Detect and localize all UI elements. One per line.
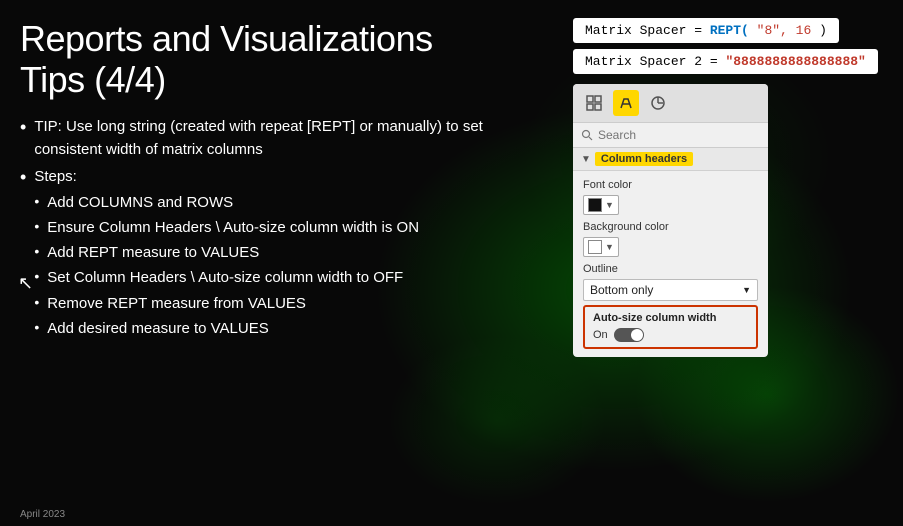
fields-tab[interactable]	[581, 90, 607, 116]
sub-list-item: Set Column Headers \ Auto-size column wi…	[34, 266, 419, 289]
formula-arg: "8", 16	[749, 23, 819, 38]
panel-body: Font color ▼ Background color ▼ Outline …	[573, 171, 768, 357]
outline-value: Bottom only	[590, 283, 653, 297]
toggle-thumb	[631, 329, 643, 341]
dropdown-chevron-icon: ▼	[742, 285, 751, 295]
color-box	[588, 198, 602, 212]
cursor-pointer: ↖	[18, 274, 33, 292]
steps-section: Steps: Add COLUMNS and ROWS Ensure Colum…	[34, 165, 419, 342]
outline-label: Outline	[583, 263, 758, 275]
dropdown-arrow-bg: ▼	[605, 242, 614, 252]
outline-dropdown[interactable]: Bottom only ▼	[583, 279, 758, 301]
main-bullets: TIP: Use long string (created with repea…	[20, 115, 553, 342]
font-color-swatch[interactable]: ▼	[583, 195, 619, 215]
list-item: Steps: Add COLUMNS and ROWS Ensure Colum…	[20, 165, 553, 342]
sub-list-item: Add desired measure to VALUES	[34, 317, 419, 340]
dropdown-arrow: ▼	[605, 200, 614, 210]
sub-list-item: Add REPT measure to VALUES	[34, 241, 419, 264]
page-title: Reports and Visualizations Tips (4/4)	[20, 18, 553, 101]
section-label: Column headers	[595, 152, 693, 166]
search-bar[interactable]	[573, 123, 768, 148]
format-tab[interactable]	[613, 90, 639, 116]
autosize-label: Auto-size column width	[593, 312, 748, 324]
autosize-toggle[interactable]	[614, 328, 644, 342]
chevron-down-icon: ▼	[581, 154, 591, 165]
sub-list: Add COLUMNS and ROWS Ensure Column Heade…	[34, 191, 419, 341]
sub-list-item: Ensure Column Headers \ Auto-size column…	[34, 216, 419, 239]
formula-box-2: Matrix Spacer 2 = "8888888888888888"	[573, 49, 878, 74]
toggle-label: On	[593, 329, 608, 341]
formula-fn: REPT(	[710, 23, 749, 38]
toggle-row: On	[593, 328, 748, 342]
background-color-label: Background color	[583, 221, 758, 233]
formula-box-1: Matrix Spacer = REPT( "8", 16 )	[573, 18, 839, 43]
format-panel: ▼ Column headers Font color ▼ Background…	[573, 84, 768, 357]
panel-tabs	[573, 84, 768, 123]
sub-list-item: Remove REPT measure from VALUES	[34, 292, 419, 315]
autosize-section: Auto-size column width On	[583, 305, 758, 349]
left-panel: Reports and Visualizations Tips (4/4) TI…	[20, 18, 573, 514]
section-header[interactable]: ▼ Column headers	[573, 148, 768, 171]
font-color-label: Font color	[583, 179, 758, 191]
formula-result: "8888888888888888"	[725, 54, 865, 69]
list-item: TIP: Use long string (created with repea…	[20, 115, 553, 162]
search-icon	[581, 129, 593, 141]
color-box-bg	[588, 240, 602, 254]
analytics-tab[interactable]	[645, 90, 671, 116]
right-panel: Matrix Spacer = REPT( "8", 16 ) Matrix S…	[573, 18, 883, 514]
sub-list-item: Add COLUMNS and ROWS	[34, 191, 419, 214]
search-input[interactable]	[598, 128, 760, 142]
bg-color-swatch[interactable]: ▼	[583, 237, 619, 257]
